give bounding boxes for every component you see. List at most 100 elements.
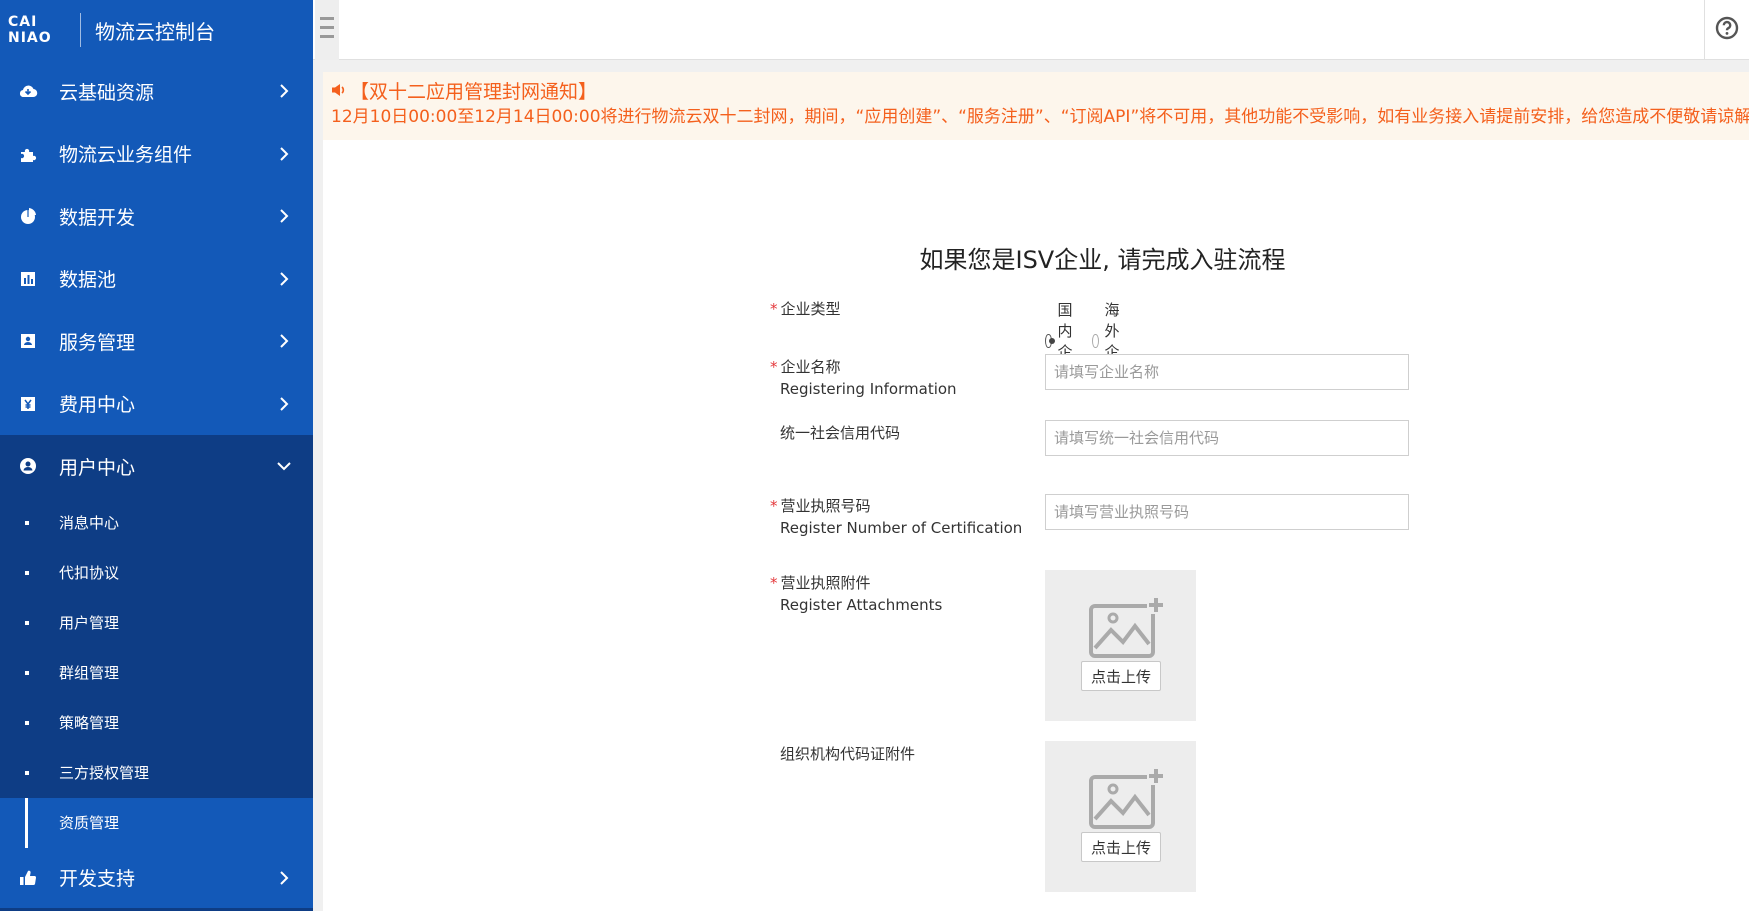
radio-unchecked-icon [1092,334,1099,348]
bullet-icon [25,570,29,575]
upload-button[interactable]: 点击上传 [1081,661,1161,691]
sidebar-subitem-label: 三方授权管理 [59,764,150,782]
speaker-icon [331,82,347,98]
sidebar-subitem-policy-management[interactable]: 策略管理 [0,698,313,748]
pie-chart-icon [17,205,39,227]
sidebar-subitem-label: 用户管理 [59,614,120,632]
enterprise-type-label: * 企业类型 [770,298,1023,320]
sidebar-item-label: 费用中心 [59,394,136,417]
notice-body: 12月10日00:00至12月14日00:00将进行物流云双十二封网，期间，“应… [331,107,1749,127]
add-image-icon [1089,596,1165,664]
sidebar-item-label: 数据开发 [59,206,136,229]
label-text-en: Registering Information [780,380,957,398]
sidebar-item-cloud-resources[interactable]: 云基础资源 [0,60,313,123]
required-mark: * [770,358,778,376]
sidebar-subitem-third-party-auth[interactable]: 三方授权管理 [0,748,313,798]
sidebar-subitem-user-management[interactable]: 用户管理 [0,598,313,648]
main-content: 如果您是ISV企业, 请完成入驻流程 *企业类型 国内企业 海外企业 *企业名称… [323,140,1749,911]
license-number-label: * 营业执照号码 Register Number of Certification [770,495,1023,539]
org-code-attachment-label: 组织机构代码证附件 [773,743,1023,765]
cainiao-logo[interactable]: CAI NIAO [8,10,56,50]
sidebar-item-label: 服务管理 [59,331,136,354]
credit-code-input[interactable] [1045,420,1409,456]
add-image-icon [1089,767,1165,835]
chevron-right-icon [269,208,299,224]
bullet-icon [25,620,29,625]
menu-toggle-button[interactable] [315,0,339,60]
help-icon [1715,16,1739,44]
help-button[interactable] [1704,0,1749,60]
label-text: 企业类型 [780,300,841,318]
label-text-en: Register Attachments [780,596,943,614]
chevron-right-icon [269,146,299,162]
label-text: 营业执照附件 [780,574,871,592]
bar-chart-icon [17,268,39,290]
chevron-down-icon [269,461,299,471]
notice-title-row: 【双十二应用管理封网通知】 [331,76,1741,104]
logo-line-1: CAI [8,14,38,30]
sidebar-subitem-label: 策略管理 [59,714,120,732]
notice-banner: 【双十二应用管理封网通知】 12月10日00:00至12月14日00:00将进行… [323,72,1749,140]
credit-code-label: 统一社会信用代码 [773,422,1023,444]
chevron-right-icon [269,870,299,886]
upload-button[interactable]: 点击上传 [1081,832,1161,862]
license-number-input[interactable] [1045,494,1409,530]
chevron-right-icon [269,83,299,99]
sidebar-item-data-pool[interactable]: 数据池 [0,247,313,310]
sidebar-item-data-development[interactable]: 数据开发 [0,185,313,248]
license-upload-box[interactable]: 点击上传 [1045,570,1196,721]
brand-divider [80,13,81,47]
label-text: 企业名称 [780,358,841,376]
user-circle-icon [17,455,39,477]
bullet-icon [25,770,29,775]
sidebar-subitem-label: 消息中心 [59,514,120,532]
sidebar-item-developer-support[interactable]: 开发支持 [0,847,313,908]
org-code-upload-box[interactable]: 点击上传 [1045,741,1196,892]
sidebar-subitem-label: 代扣协议 [59,564,120,582]
bullet-icon [25,670,29,675]
enterprise-name-input[interactable] [1045,354,1409,390]
yen-icon [17,393,39,415]
sidebar: CAI NIAO 物流云控制台 云基础资源 物流云业务组件 数据开发 数据池 服… [0,0,313,911]
sidebar-item-service-management[interactable]: 服务管理 [0,310,313,373]
label-text: 统一社会信用代码 [780,424,901,442]
chevron-right-icon [269,396,299,412]
sidebar-subitem-group-management[interactable]: 群组管理 [0,648,313,698]
logo-line-2: NIAO [8,30,52,46]
license-attachment-label: * 营业执照附件 Register Attachments [770,572,1023,616]
sidebar-item-label: 云基础资源 [59,81,155,104]
page-title: 如果您是ISV企业, 请完成入驻流程 [919,246,1286,274]
sidebar-subitem-qualification-management[interactable]: 资质管理 [0,797,313,848]
chevron-right-icon [269,333,299,349]
sidebar-item-label: 开发支持 [59,868,136,890]
sidebar-subitem-label: 群组管理 [59,664,120,682]
chevron-right-icon [269,271,299,287]
sidebar-item-label: 物流云业务组件 [59,144,193,167]
brand-header: CAI NIAO 物流云控制台 [0,0,313,60]
puzzle-icon [17,143,39,165]
sidebar-subitem-label: 资质管理 [59,814,120,832]
sidebar-item-label: 数据池 [59,269,117,292]
label-text-en: Register Number of Certification [780,519,1023,537]
thumbs-up-icon [17,867,39,889]
user-center-submenu: 消息中心 代扣协议 用户管理 群组管理 策略管理 三方授权管理 资质管理 [0,497,313,848]
required-mark: * [770,300,778,318]
required-mark: * [770,497,778,515]
sidebar-subitem-withholding-agreement[interactable]: 代扣协议 [0,548,313,598]
required-mark: * [770,574,778,592]
notice-title: 【双十二应用管理封网通知】 [350,80,598,103]
sidebar-item-user-center[interactable]: 用户中心 [0,435,313,498]
label-text: 组织机构代码证附件 [780,745,916,763]
hamburger-icon [320,15,334,45]
sidebar-item-label: 用户中心 [59,456,136,479]
label-text: 营业执照号码 [780,497,871,515]
sidebar-subitem-message-center[interactable]: 消息中心 [0,498,313,548]
sidebar-item-billing-center[interactable]: 费用中心 [0,372,313,435]
bullet-icon [25,520,29,525]
app-title: 物流云控制台 [95,19,215,44]
bullet-icon [25,720,29,725]
cloud-icon [17,80,39,102]
enterprise-name-label: * 企业名称 Registering Information [770,356,1023,400]
top-bar [313,0,1749,60]
sidebar-item-business-components[interactable]: 物流云业务组件 [0,122,313,185]
